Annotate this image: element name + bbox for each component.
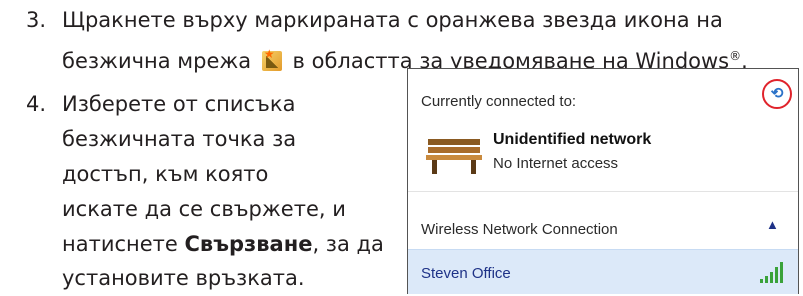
network-name: Unidentified network bbox=[493, 131, 652, 148]
step-text-line: безжичната точка за bbox=[62, 127, 297, 151]
network-status: No Internet access bbox=[493, 155, 619, 172]
network-popup: Currently connected to: ⟲ Unidentified n… bbox=[407, 68, 799, 294]
registered-mark: ® bbox=[729, 49, 742, 63]
chevron-up-icon[interactable]: ▲ bbox=[766, 217, 779, 232]
step-text-fragment: натиснете bbox=[62, 232, 185, 256]
step-text-line: Изберете от списъка bbox=[62, 92, 296, 116]
step-number: 3. bbox=[26, 8, 47, 32]
step-number: 4. bbox=[26, 92, 47, 116]
step-text-line: установите връзката. bbox=[62, 266, 305, 290]
signal-strength-icon bbox=[760, 262, 783, 283]
step-text-fragment: безжична мрежа bbox=[62, 49, 252, 73]
currently-connected-label: Currently connected to: bbox=[421, 93, 577, 110]
wifi-network-item[interactable]: Steven Office bbox=[408, 249, 798, 294]
step-text-line: натиснете Свързване, за да bbox=[62, 227, 384, 262]
wifi-network-name: Steven Office bbox=[421, 265, 511, 282]
wireless-connection-label: Wireless Network Connection bbox=[421, 221, 618, 238]
connect-keyword: Свързване bbox=[184, 232, 313, 256]
divider bbox=[408, 191, 798, 192]
step-text-line: Щракнете върху маркираната с оранжева зв… bbox=[62, 8, 723, 32]
step-text-fragment: , за да bbox=[312, 232, 384, 256]
network-bench-icon bbox=[426, 139, 482, 174]
refresh-icon[interactable]: ⟲ bbox=[762, 79, 792, 109]
step-text-line: искате да се свържете, и bbox=[62, 197, 346, 221]
wireless-network-star-icon: ★ bbox=[261, 48, 282, 71]
step-text-line: достъп, към която bbox=[62, 162, 269, 186]
